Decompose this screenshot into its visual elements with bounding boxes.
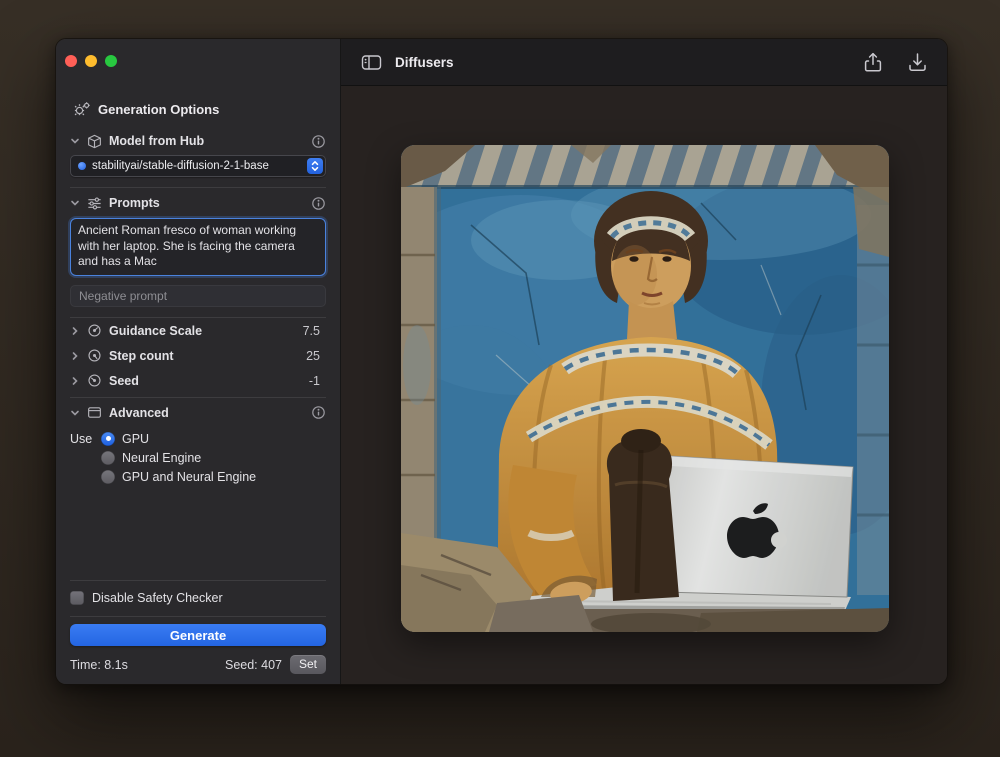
chevron-down-icon [70, 408, 80, 418]
divider [70, 187, 326, 188]
download-icon[interactable] [908, 52, 927, 72]
radio-gpu-label: GPU [122, 432, 149, 446]
chevron-down-icon [70, 198, 80, 208]
sliders-icon [86, 195, 103, 212]
use-label: Use [70, 432, 94, 446]
desktop: Generation Options Model from Hub stabil… [0, 0, 1000, 757]
divider [70, 580, 326, 581]
model-color-dot [78, 162, 86, 170]
radio-row-neural-engine[interactable]: Neural Engine [70, 448, 326, 467]
sidebar-toggle-icon[interactable] [361, 54, 382, 71]
titlebar: Diffusers [341, 39, 947, 86]
step-count-value: 25 [306, 349, 326, 363]
window-title: Diffusers [395, 55, 454, 70]
prompts-section-row[interactable]: Prompts [70, 191, 326, 215]
chevron-right-icon [70, 376, 80, 386]
status-bar: Time: 8.1s Seed: 407 Set [70, 655, 326, 674]
popup-stepper-icon [307, 158, 323, 174]
prompt-input[interactable]: Ancient Roman fresco of woman working wi… [70, 218, 326, 276]
sidebar-header: Generation Options [70, 101, 326, 117]
advanced-section-label: Advanced [109, 406, 169, 420]
main-area: Diffusers [341, 39, 947, 684]
info-icon[interactable] [311, 134, 326, 149]
image-canvas [341, 86, 947, 684]
seed-row[interactable]: Seed -1 [70, 368, 326, 393]
seed-value: -1 [309, 374, 326, 388]
step-count-label: Step count [109, 349, 174, 363]
step-count-row[interactable]: Step count 25 [70, 343, 326, 368]
window-icon [86, 404, 103, 421]
prompts-section-label: Prompts [109, 196, 160, 210]
model-section-label: Model from Hub [109, 134, 204, 148]
sidebar: Generation Options Model from Hub stabil… [56, 39, 341, 684]
safety-checker-row[interactable]: Disable Safety Checker [70, 585, 326, 611]
model-select[interactable]: stabilityai/stable-diffusion-2-1-base [70, 155, 326, 177]
zoom-window-button[interactable] [105, 55, 117, 67]
diffusers-window: Generation Options Model from Hub stabil… [55, 38, 948, 685]
model-select-value: stabilityai/stable-diffusion-2-1-base [92, 160, 301, 172]
model-cube-icon [86, 133, 103, 150]
sidebar-title: Generation Options [98, 102, 219, 117]
model-section-row[interactable]: Model from Hub [70, 129, 326, 153]
minimize-window-button[interactable] [85, 55, 97, 67]
traffic-lights [65, 55, 117, 67]
share-icon[interactable] [864, 52, 882, 73]
guidance-scale-label: Guidance Scale [109, 324, 202, 338]
radio-gpu[interactable] [101, 432, 115, 446]
gauge-icon [86, 322, 103, 339]
set-seed-button[interactable]: Set [290, 655, 326, 674]
guidance-scale-row[interactable]: Guidance Scale 7.5 [70, 318, 326, 343]
compute-unit-group: Use GPU Neural Engine GPU and Neural Eng… [70, 429, 326, 486]
chevron-down-icon [70, 136, 80, 146]
time-status: Time: 8.1s [70, 658, 128, 672]
divider [70, 616, 326, 617]
divider [70, 397, 326, 398]
info-icon[interactable] [311, 196, 326, 211]
close-window-button[interactable] [65, 55, 77, 67]
guidance-scale-value: 7.5 [303, 324, 326, 338]
radio-row-gpu[interactable]: Use GPU [70, 429, 326, 448]
generated-image [401, 145, 889, 632]
radio-gpu-and-neural-engine[interactable] [101, 470, 115, 484]
gauge-icon [86, 347, 103, 364]
radio-neural-engine-label: Neural Engine [122, 451, 201, 465]
safety-checkbox-label: Disable Safety Checker [92, 591, 223, 605]
radio-row-gpu-and-neural-engine[interactable]: GPU and Neural Engine [70, 467, 326, 486]
advanced-section-row[interactable]: Advanced [70, 400, 326, 425]
seed-status: Seed: 407 [225, 658, 282, 672]
seed-label: Seed [109, 374, 139, 388]
negative-prompt-input[interactable]: Negative prompt [70, 285, 326, 307]
radio-neural-engine[interactable] [101, 451, 115, 465]
chevron-right-icon [70, 326, 80, 336]
dial-icon [86, 372, 103, 389]
safety-checkbox[interactable] [70, 591, 84, 605]
info-icon[interactable] [311, 405, 326, 420]
radio-gpu-and-neural-engine-label: GPU and Neural Engine [122, 470, 256, 484]
generate-button[interactable]: Generate [70, 624, 326, 646]
gears-icon [73, 101, 91, 117]
chevron-right-icon [70, 351, 80, 361]
